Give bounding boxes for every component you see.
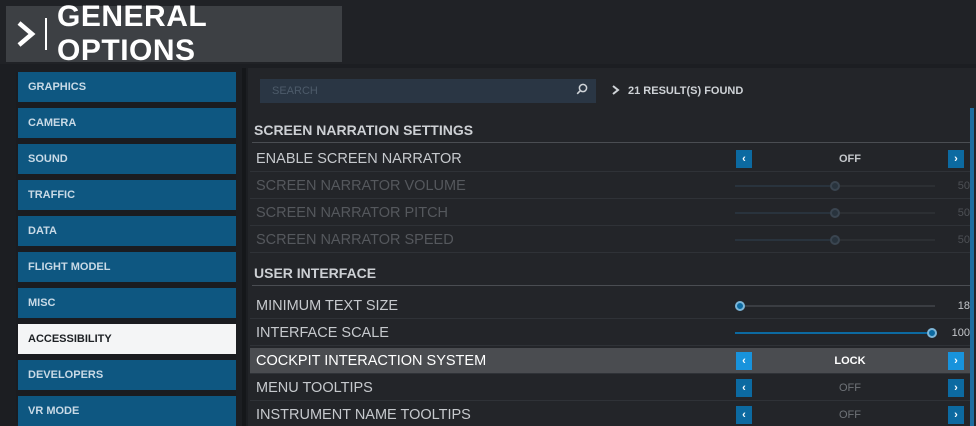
scrollbar[interactable]	[970, 108, 974, 426]
search-row: 21 RESULT(S) FOUND	[260, 78, 976, 104]
scrollbar-thumb[interactable]	[970, 108, 974, 426]
panel-divider	[242, 68, 246, 426]
settings-panel: 21 RESULT(S) FOUND SCREEN NARRATION SETT…	[248, 68, 976, 426]
header-divider	[45, 18, 48, 50]
slider-fill	[735, 332, 935, 334]
chevron-right-icon	[612, 84, 620, 98]
chevron-right-icon[interactable]: ›	[948, 379, 964, 397]
setting-label: MINIMUM TEXT SIZE	[256, 297, 399, 314]
sidebar-item-camera[interactable]: CAMERA	[18, 108, 236, 138]
section-title-narration: SCREEN NARRATION SETTINGS	[252, 117, 970, 143]
setting-row-interface-scale[interactable]: INTERFACE SCALE 100	[250, 320, 970, 346]
setting-value: OFF	[839, 152, 861, 165]
sidebar-item-sound[interactable]: SOUND	[18, 144, 236, 174]
slider-track[interactable]	[735, 301, 935, 311]
sidebar-item-flight-model[interactable]: FLIGHT MODEL	[18, 252, 236, 282]
setting-label: SCREEN NARRATOR PITCH	[256, 204, 449, 221]
slider-handle[interactable]	[927, 328, 937, 338]
setting-label: SCREEN NARRATOR SPEED	[256, 231, 454, 248]
slider-value: 50	[957, 206, 970, 219]
setting-label: ENABLE SCREEN NARRATOR	[256, 150, 462, 167]
setting-row-min-text-size[interactable]: MINIMUM TEXT SIZE 18	[250, 293, 970, 319]
search-results-count: 21 RESULT(S) FOUND	[612, 84, 743, 98]
chevron-left-icon[interactable]: ‹	[736, 406, 752, 424]
slider-fill	[735, 239, 835, 241]
page-header: GENERAL OPTIONS	[6, 0, 342, 67]
setting-label: INSTRUMENT NAME TOOLTIPS	[256, 406, 471, 423]
search-box[interactable]	[260, 79, 596, 103]
sidebar-item-misc[interactable]: MISC	[18, 288, 236, 318]
results-label: 21 RESULT(S) FOUND	[628, 85, 744, 97]
slider-track	[735, 208, 935, 218]
slider-value: 50	[957, 233, 970, 246]
chevron-left-icon[interactable]: ‹	[736, 352, 752, 370]
slider-value: 18	[957, 299, 970, 312]
section-title-user-interface: USER INTERFACE	[252, 260, 970, 286]
slider-value: 50	[957, 179, 970, 192]
sidebar-item-graphics[interactable]: GRAPHICS	[18, 72, 236, 102]
slider-handle	[830, 208, 840, 218]
sidebar-item-accessibility[interactable]: ACCESSIBILITY	[18, 324, 236, 354]
setting-row-enable-narrator[interactable]: ENABLE SCREEN NARRATOR ‹ OFF ›	[250, 146, 970, 172]
setting-row-narrator-volume: SCREEN NARRATOR VOLUME 50	[250, 173, 970, 199]
slider-handle[interactable]	[735, 301, 745, 311]
slider-track	[735, 181, 935, 191]
setting-row-narrator-pitch: SCREEN NARRATOR PITCH 50	[250, 200, 970, 226]
sidebar-item-data[interactable]: DATA	[18, 216, 236, 246]
search-input[interactable]	[272, 85, 562, 97]
setting-value: OFF	[839, 408, 861, 421]
chevron-right-icon[interactable]	[16, 20, 37, 48]
chevron-right-icon[interactable]: ›	[948, 352, 964, 370]
slider-fill	[735, 185, 835, 187]
setting-row-cockpit-interaction[interactable]: COCKPIT INTERACTION SYSTEM ‹ LOCK ›	[250, 348, 970, 374]
setting-row-narrator-speed: SCREEN NARRATOR SPEED 50	[250, 227, 970, 253]
category-sidebar: GRAPHICS CAMERA SOUND TRAFFIC DATA FLIGH…	[16, 72, 236, 426]
chevron-right-icon[interactable]: ›	[948, 150, 964, 168]
chevron-right-icon[interactable]: ›	[948, 406, 964, 424]
setting-value: OFF	[839, 381, 861, 394]
sidebar-item-developers[interactable]: DEVELOPERS	[18, 360, 236, 390]
slider-value: 100	[951, 326, 970, 339]
setting-row-instrument-tooltips[interactable]: INSTRUMENT NAME TOOLTIPS ‹ OFF ›	[250, 402, 970, 426]
page-title: GENERAL OPTIONS	[57, 0, 207, 67]
chevron-left-icon[interactable]: ‹	[736, 379, 752, 397]
sidebar-item-traffic[interactable]: TRAFFIC	[18, 180, 236, 210]
setting-label: COCKPIT INTERACTION SYSTEM	[256, 352, 487, 369]
sidebar-item-vr-mode[interactable]: VR MODE	[18, 396, 236, 426]
setting-label: MENU TOOLTIPS	[256, 379, 373, 396]
slider-track	[735, 235, 935, 245]
slider-track[interactable]	[735, 328, 937, 338]
search-icon[interactable]	[576, 82, 588, 100]
chevron-left-icon[interactable]: ‹	[736, 150, 752, 168]
setting-row-menu-tooltips[interactable]: MENU TOOLTIPS ‹ OFF ›	[250, 375, 970, 401]
slider-handle	[830, 181, 840, 191]
slider-handle	[830, 235, 840, 245]
setting-value: LOCK	[834, 354, 866, 367]
setting-label: SCREEN NARRATOR VOLUME	[256, 177, 466, 194]
setting-label: INTERFACE SCALE	[256, 324, 389, 341]
slider-fill	[735, 212, 835, 214]
